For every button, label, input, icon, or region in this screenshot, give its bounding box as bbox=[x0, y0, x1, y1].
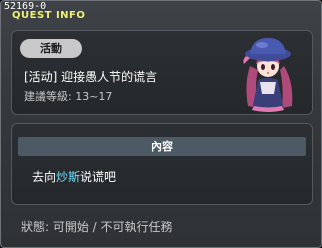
content-suffix: 说谎吧 bbox=[80, 170, 117, 184]
quest-category-badge: 活動 bbox=[20, 39, 82, 58]
content-section-header: 內容 bbox=[18, 137, 306, 156]
window-title: QUEST INFO bbox=[12, 10, 86, 21]
quest-status: 狀態: 可開始 / 不可執行任務 bbox=[21, 220, 173, 234]
quest-info-window: 52169-0 QUEST INFO 活動 [活动] 迎接愚人节的谎言 建議等級… bbox=[0, 0, 322, 248]
quest-summary-panel: 活動 [活动] 迎接愚人节的谎言 建議等級: 13~17 bbox=[11, 30, 313, 115]
quest-level-requirement: 建議等級: 13~17 bbox=[24, 90, 113, 103]
quest-content-panel: 內容 去向炒斯说谎吧 bbox=[11, 123, 313, 205]
content-prefix: 去向 bbox=[32, 170, 57, 184]
quest-name: [活动] 迎接愚人节的谎言 bbox=[24, 70, 158, 84]
quest-content-text: 去向炒斯说谎吧 bbox=[32, 170, 116, 184]
npc-portrait-icon bbox=[243, 38, 293, 112]
npc-name-link: 炒斯 bbox=[56, 170, 81, 184]
